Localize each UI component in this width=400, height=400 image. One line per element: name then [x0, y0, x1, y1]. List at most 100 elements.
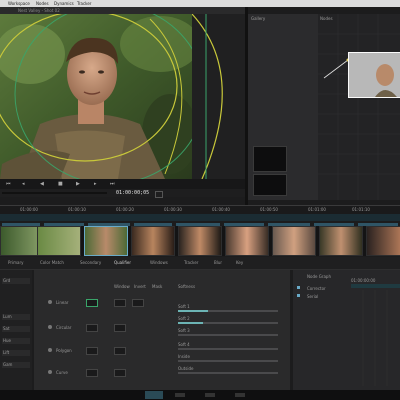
left-panel-row[interactable]: Sat	[2, 326, 30, 332]
softness-slider[interactable]	[178, 310, 278, 312]
play-icon[interactable]: ▶	[76, 181, 80, 187]
softness-slider[interactable]	[178, 322, 278, 324]
gallery-still[interactable]	[253, 146, 287, 172]
mask-toggle[interactable]	[132, 299, 144, 307]
left-mini-panel: Grd Lum Sat Hue Lift Gam	[0, 270, 32, 390]
viewer[interactable]	[0, 14, 192, 179]
ruler-label: 01:00:30	[164, 207, 182, 212]
clip-thumbnail-strip	[0, 226, 400, 256]
softness-slider[interactable]	[178, 348, 278, 350]
ruler-label: 01:01:00	[308, 207, 326, 212]
clip-thumbnail[interactable]	[319, 226, 363, 256]
slider-label: Soft 1	[178, 304, 190, 309]
viewer-side-panel	[191, 13, 245, 184]
loop-icon[interactable]	[155, 191, 163, 198]
invert-toggle[interactable]	[114, 347, 126, 355]
tab-primary[interactable]: Primary	[8, 260, 23, 265]
gallery-label: Gallery	[251, 16, 266, 21]
transport-bar: ⏮ ◂ ◀ ■ ▶ ▸ ⏭	[0, 179, 245, 189]
menu-item-dynamics[interactable]: Dynamics	[54, 1, 74, 6]
left-panel-row[interactable]: Gam	[2, 362, 30, 368]
menu-item-nodes[interactable]: Nodes	[36, 1, 49, 6]
left-panel-row[interactable]: Lift	[2, 350, 30, 356]
outside-slider[interactable]	[178, 372, 278, 374]
clip-thumbnail[interactable]	[131, 226, 175, 256]
page-tab-active[interactable]	[145, 391, 163, 399]
keyframe-grid	[362, 290, 388, 386]
window-name: Curve	[56, 370, 68, 375]
window-shape-button[interactable]	[86, 324, 98, 332]
tab-windows[interactable]: Windows	[150, 260, 168, 265]
right-panel-item[interactable]: Serial	[307, 294, 318, 299]
node-graph-panel[interactable]: Nodes	[318, 14, 400, 200]
window-shape-button[interactable]	[86, 347, 98, 355]
invert-toggle[interactable]	[114, 324, 126, 332]
left-panel-row[interactable]: Hue	[2, 338, 30, 344]
skip-forward-icon[interactable]: ⏭	[110, 181, 115, 187]
tab-color-match[interactable]: Color Match	[40, 260, 64, 265]
tab-blur[interactable]: Blur	[214, 260, 222, 265]
column-header-mask: Mask	[152, 284, 163, 289]
corrector-node[interactable]	[348, 52, 400, 98]
clip-thumbnail-selected[interactable]	[84, 226, 128, 256]
windows-palette: Window Invert Mask Softness Linear Circu…	[34, 270, 290, 390]
clip-thumbnail[interactable]	[366, 226, 400, 256]
track-color-icon	[297, 286, 300, 289]
gallery-still[interactable]	[253, 174, 287, 196]
page-tab[interactable]	[205, 393, 215, 397]
softness-slider[interactable]	[178, 334, 278, 336]
ruler-label: 01:00:20	[116, 207, 134, 212]
clip-thumbnail[interactable]	[225, 226, 269, 256]
scrub-bar[interactable]	[2, 192, 107, 194]
slider-label: Inside	[178, 354, 190, 359]
stop-icon[interactable]: ■	[58, 181, 63, 187]
page-tab[interactable]	[175, 393, 185, 397]
page-tab[interactable]	[235, 393, 245, 397]
column-header-invert: Invert	[134, 284, 146, 289]
window-shape-button[interactable]	[86, 369, 98, 377]
reverse-play-icon[interactable]: ◀	[40, 181, 44, 187]
ruler-label: 01:00:50	[260, 207, 278, 212]
clip-thumbnail[interactable]	[37, 226, 81, 256]
node-grid	[318, 14, 400, 200]
ruler-label: 01:00:40	[212, 207, 230, 212]
ruler-label: 01:00:10	[68, 207, 86, 212]
slider-label: Soft 4	[178, 342, 190, 347]
window-enable-icon[interactable]	[48, 300, 52, 304]
right-panel-item[interactable]: 01:00:00:00	[351, 278, 375, 283]
window-enable-icon[interactable]	[48, 348, 52, 352]
window-name: Circular	[56, 325, 72, 330]
menu-bar: Workspace Nodes Dynamics Tracker	[0, 0, 400, 7]
left-panel-row[interactable]: Lum	[2, 314, 30, 320]
page-navigation-bar	[0, 390, 400, 400]
invert-toggle[interactable]	[114, 369, 126, 377]
clip-thumbnail[interactable]	[178, 226, 222, 256]
right-panel-item[interactable]: Corrector	[307, 286, 326, 291]
clip-thumbnail[interactable]	[272, 226, 316, 256]
right-panel: Node Graph 01:00:00:00 Corrector Serial	[293, 270, 400, 390]
step-forward-icon[interactable]: ▸	[94, 181, 97, 187]
tab-qualifier[interactable]: Qualifier	[114, 260, 131, 265]
slider-label: Outside	[178, 366, 194, 371]
step-back-icon[interactable]: ◂	[22, 181, 25, 187]
column-header-window: Window	[114, 284, 130, 289]
slider-label: Soft 2	[178, 316, 190, 321]
menu-item-tracker[interactable]: Tracker	[77, 1, 91, 6]
window-enable-icon[interactable]	[48, 370, 52, 374]
left-panel-row[interactable]: Grd	[2, 278, 30, 284]
inside-slider[interactable]	[178, 360, 278, 362]
tab-key[interactable]: Key	[236, 260, 243, 265]
invert-toggle[interactable]	[114, 299, 126, 307]
nodes-label: Nodes	[320, 16, 333, 21]
window-shape-button[interactable]	[86, 299, 98, 307]
skip-back-icon[interactable]: ⏮	[6, 181, 11, 187]
window-enable-icon[interactable]	[48, 325, 52, 329]
keyframe-track[interactable]	[351, 284, 400, 288]
tab-tracker[interactable]: Tracker	[184, 260, 198, 265]
tab-secondary[interactable]: Secondary	[80, 260, 101, 265]
palette-tabs: Primary Color Match Secondary Qualifier …	[0, 257, 400, 270]
menu-item-workspace[interactable]: Workspace	[8, 1, 30, 6]
window-name: Linear	[56, 300, 69, 305]
timeline-track[interactable]	[0, 214, 400, 228]
right-panel-header: Node Graph	[307, 274, 331, 279]
